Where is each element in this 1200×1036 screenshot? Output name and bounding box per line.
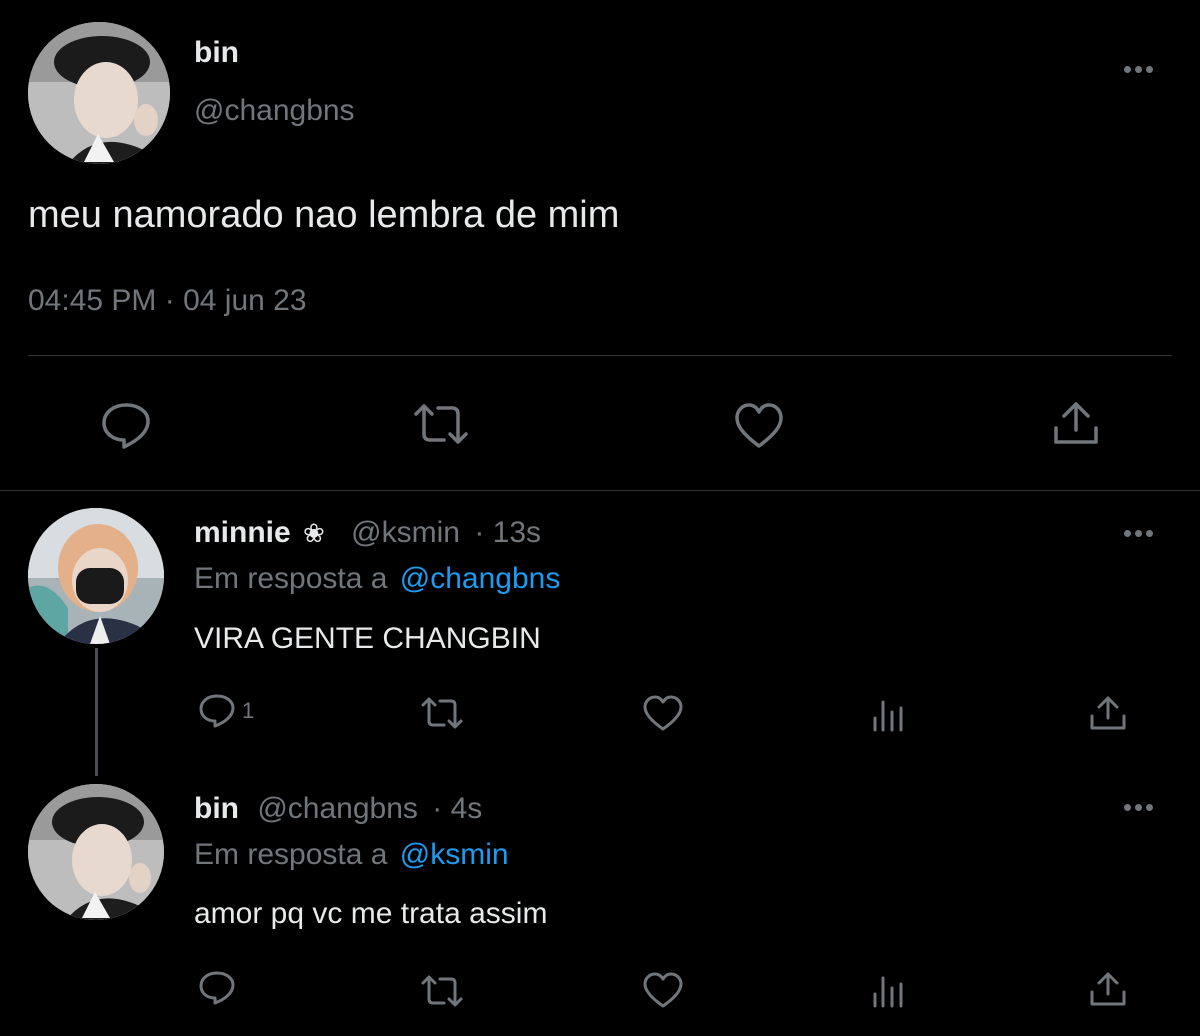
author-handle[interactable]: @changbns [257, 792, 418, 825]
share-icon[interactable] [1088, 694, 1128, 732]
author-handle[interactable]: @ksmin [351, 516, 460, 549]
retweet-icon[interactable] [410, 400, 472, 448]
author-name[interactable]: bin [194, 36, 239, 70]
author-handle[interactable]: @changbns [194, 94, 355, 128]
tweet-text: meu namorado nao lembra de mim [28, 194, 620, 236]
reply-header: bin @changbns · 4s [194, 792, 482, 826]
reply-action[interactable]: 1 [198, 693, 254, 729]
divider [28, 355, 1172, 356]
more-options-icon[interactable] [1124, 530, 1153, 537]
more-dot [1146, 66, 1153, 73]
avatar[interactable] [28, 508, 164, 644]
more-dot [1146, 804, 1153, 811]
more-dot [1135, 66, 1142, 73]
retweet-icon[interactable] [418, 972, 466, 1010]
more-dot [1124, 530, 1131, 537]
reply-prefix: Em resposta a [194, 838, 388, 871]
more-dot [1135, 804, 1142, 811]
retweet-icon[interactable] [418, 694, 466, 732]
like-icon[interactable] [642, 694, 684, 732]
author-name[interactable]: minnie [194, 516, 291, 549]
views-icon[interactable] [870, 972, 906, 1008]
reply-action[interactable] [198, 970, 242, 1006]
thread-connector [95, 648, 98, 776]
reply-header: minnie ❀ @ksmin · 13s [194, 516, 541, 550]
views-icon[interactable] [870, 696, 906, 732]
author-name[interactable]: bin [194, 792, 239, 825]
avatar[interactable] [28, 22, 170, 164]
reply-time[interactable]: · 4s [432, 792, 482, 825]
like-icon[interactable] [642, 971, 684, 1009]
reply-count: 1 [242, 698, 255, 723]
reply-time[interactable]: · 13s [474, 516, 541, 549]
reply-to-link[interactable]: @ksmin [400, 838, 509, 871]
more-options-icon[interactable] [1124, 66, 1153, 73]
reply-prefix: Em resposta a [194, 562, 388, 595]
more-dot [1124, 804, 1131, 811]
reply-icon[interactable] [100, 401, 152, 449]
share-icon[interactable] [1088, 970, 1128, 1008]
share-icon[interactable] [1050, 398, 1102, 448]
reply-text: VIRA GENTE CHANGBIN [194, 622, 541, 655]
reply-context: Em resposta a @ksmin [194, 838, 509, 872]
name-emoji: ❀ [303, 518, 325, 548]
more-dot [1146, 530, 1153, 537]
reply-text: amor pq vc me trata assim [194, 897, 548, 930]
more-dot [1135, 530, 1142, 537]
divider [0, 490, 1200, 491]
tweet-timestamp[interactable]: 04:45 PM · 04 jun 23 [28, 284, 307, 318]
more-dot [1124, 66, 1131, 73]
reply-to-link[interactable]: @changbns [400, 562, 561, 595]
avatar[interactable] [28, 784, 164, 920]
reply-icon[interactable] [198, 693, 236, 729]
more-options-icon[interactable] [1124, 804, 1153, 811]
reply-context: Em resposta a @changbns [194, 562, 560, 596]
reply-icon[interactable] [198, 970, 236, 1006]
like-icon[interactable] [733, 402, 785, 450]
